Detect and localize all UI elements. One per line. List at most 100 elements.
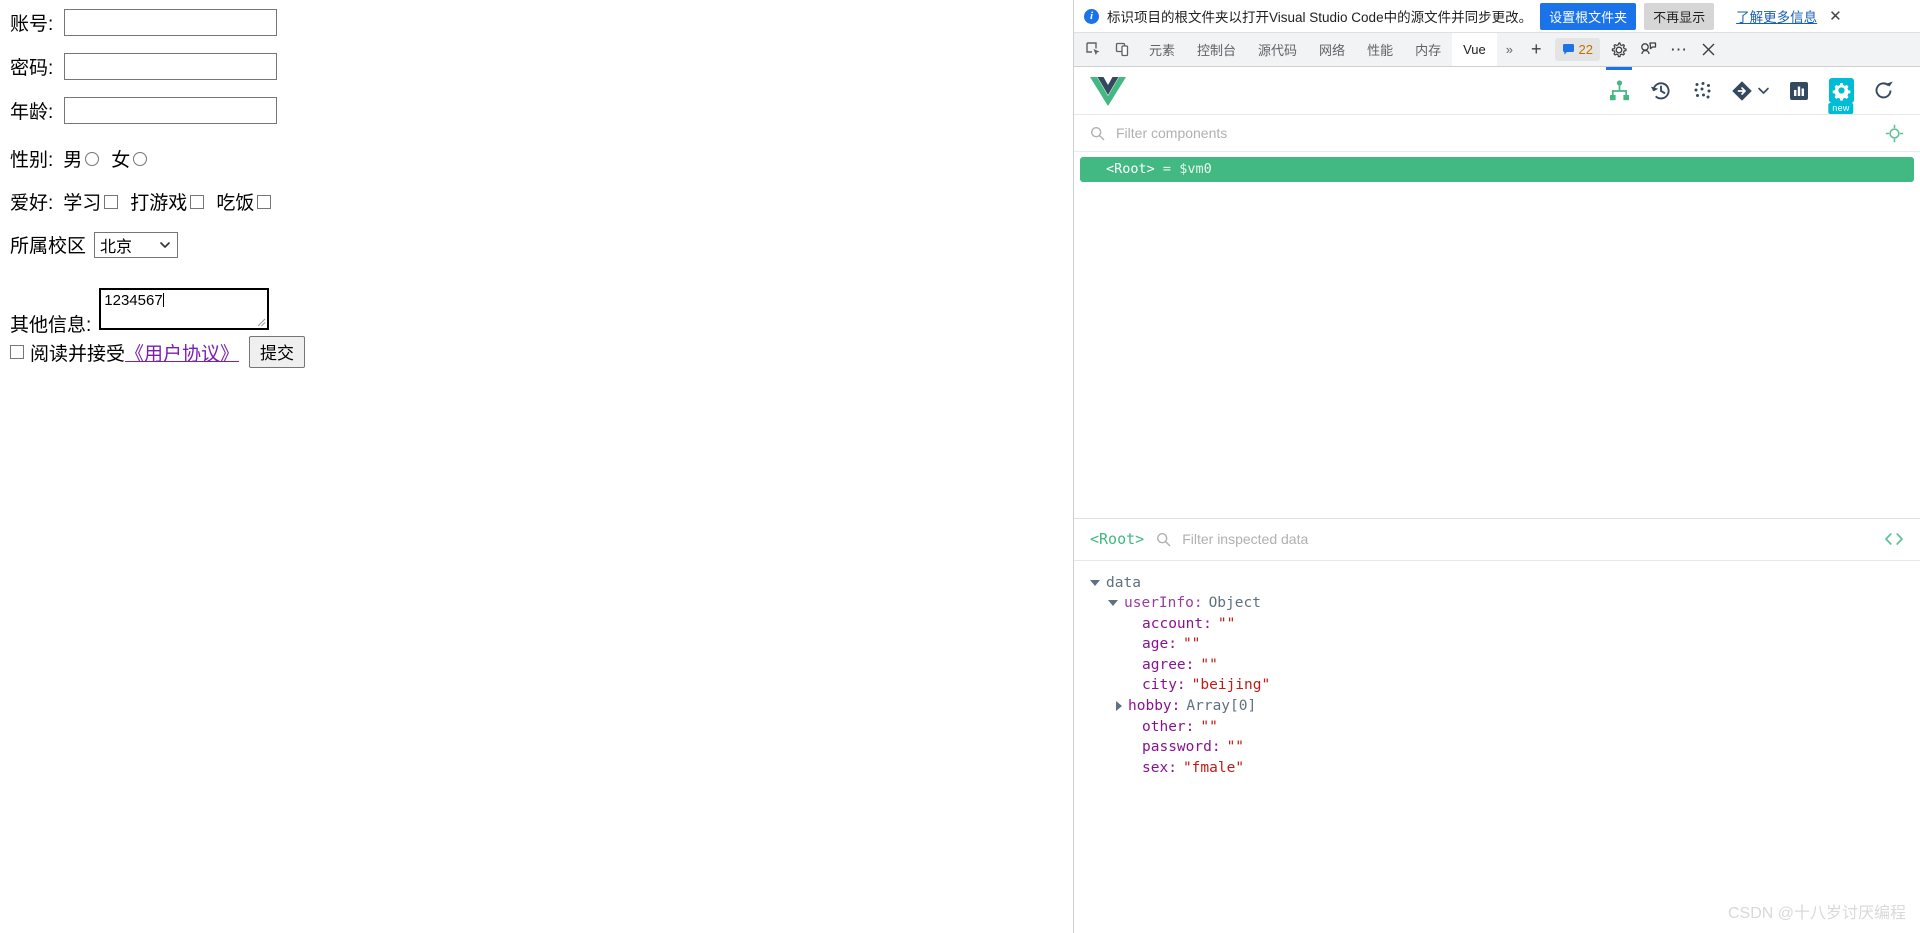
tab-performance[interactable]: 性能 <box>1356 33 1404 66</box>
dont-show-again-button[interactable]: 不再显示 <box>1644 2 1715 30</box>
more-options-icon[interactable]: ⋯ <box>1664 33 1694 66</box>
learn-more-link[interactable]: 了解更多信息 <box>1736 6 1817 26</box>
triangle-down-icon[interactable] <box>1090 579 1100 586</box>
select-component-target-icon[interactable] <box>1885 124 1904 143</box>
tab-sources[interactable]: 源代码 <box>1247 33 1308 66</box>
data-key: city <box>1142 677 1177 694</box>
close-devtools-icon[interactable] <box>1694 33 1724 66</box>
data-key: account <box>1142 615 1204 632</box>
password-input[interactable] <box>64 53 277 80</box>
data-sep: : <box>1193 595 1203 612</box>
vuex-diamond-icon <box>1732 80 1752 101</box>
spacer-icon <box>1126 623 1136 624</box>
data-tree-row[interactable]: data <box>1074 573 1920 594</box>
data-key: password <box>1142 739 1212 756</box>
label-age: 年龄: <box>10 102 54 123</box>
data-tree-row[interactable]: sex : "fmale" <box>1074 758 1920 779</box>
account-input[interactable] <box>64 9 277 36</box>
label-other: 其他信息: <box>10 315 92 336</box>
triangle-right-icon[interactable] <box>1116 701 1122 712</box>
data-sep: : <box>1211 739 1221 756</box>
code-icon[interactable] <box>1884 532 1904 546</box>
issues-badge[interactable]: 22 <box>1554 38 1600 61</box>
component-equals: = <box>1162 161 1172 177</box>
submit-button[interactable]: 提交 <box>249 336 306 368</box>
data-tree-row[interactable]: userInfo : Object <box>1074 593 1920 614</box>
data-tree-row[interactable]: agree : "" <box>1074 655 1920 676</box>
issues-count: 22 <box>1578 42 1593 57</box>
device-toolbar-icon[interactable] <box>1108 33 1138 66</box>
web-page-form: 账号: 密码: 年龄: 性别: 男 女 爱好: 学习 打游戏 吃饭 所属校区 北… <box>0 0 1073 933</box>
gear-icon[interactable] <box>1604 33 1634 66</box>
tab-elements[interactable]: 元素 <box>1138 33 1186 66</box>
label-campus: 所属校区 <box>10 236 87 257</box>
resize-handle-icon[interactable] <box>256 317 266 327</box>
form-row-other: 其他信息: 1234567 <box>10 288 270 337</box>
tab-vue[interactable]: Vue <box>1452 33 1497 66</box>
form-row-account: 账号: <box>10 9 277 36</box>
data-sep: : <box>1168 759 1177 776</box>
data-key: other <box>1142 718 1186 735</box>
hobby-option-eat-label: 吃饭 <box>216 193 255 214</box>
close-notification-icon[interactable]: ✕ <box>1829 7 1842 25</box>
timeline-button[interactable] <box>1640 67 1682 115</box>
data-key: userInfo <box>1124 595 1194 612</box>
text-caret <box>162 293 164 307</box>
user-agreement-link[interactable]: 《用户协议》 <box>125 339 239 366</box>
campus-select-value: 北京 <box>100 238 133 256</box>
tab-console[interactable]: 控制台 <box>1186 33 1247 66</box>
data-tree-row[interactable]: password : "" <box>1074 737 1920 758</box>
data-value: "" <box>1200 656 1218 673</box>
vscode-notification-bar: i 标识项目的根文件夹以打开Visual Studio Code中的源文件并同步… <box>1074 0 1920 33</box>
gender-radio-female[interactable] <box>133 151 148 166</box>
hobby-checkbox-game[interactable] <box>190 194 205 209</box>
vuex-button[interactable] <box>1724 67 1778 115</box>
data-value: "fmale" <box>1182 759 1245 776</box>
more-tabs-icon[interactable]: » <box>1497 33 1522 66</box>
data-tree-row[interactable]: hobby : Array[0] <box>1074 696 1920 717</box>
bar-chart-icon <box>1790 81 1808 100</box>
vue-devtools-toolbar: new <box>1074 66 1920 115</box>
inspect-element-icon[interactable] <box>1078 33 1108 66</box>
tab-network[interactable]: 网络 <box>1308 33 1356 66</box>
history-icon <box>1650 81 1670 99</box>
campus-select[interactable]: 北京 <box>94 231 179 258</box>
components-tree-button[interactable] <box>1598 66 1640 115</box>
data-sep: : <box>1203 615 1212 632</box>
devtools-tab-bar: 元素 控制台 源代码 网络 性能 内存 Vue » + 22 ⋯ <box>1074 33 1920 67</box>
hobby-checkbox-eat[interactable] <box>257 194 272 209</box>
component-row-root[interactable]: <Root> = $vm0 <box>1080 157 1914 182</box>
filter-inspected-data-input[interactable] <box>1180 530 1884 548</box>
data-key: data <box>1106 574 1141 591</box>
age-input[interactable] <box>64 97 277 124</box>
data-value: "" <box>1217 615 1236 632</box>
refresh-button[interactable] <box>1862 67 1904 115</box>
inspected-root-label: <Root> <box>1090 530 1145 548</box>
customize-devtools-icon[interactable] <box>1634 33 1664 66</box>
performance-button[interactable] <box>1778 67 1820 115</box>
add-tab-icon[interactable]: + <box>1522 33 1551 66</box>
data-key: age <box>1142 636 1169 653</box>
spacer-icon <box>1126 747 1136 748</box>
hobby-option-game-label: 打游戏 <box>130 193 188 214</box>
data-value: "" <box>1226 739 1245 756</box>
info-icon: i <box>1084 8 1099 24</box>
triangle-down-icon[interactable] <box>1108 600 1118 607</box>
data-tree-row[interactable]: other : "" <box>1074 717 1920 738</box>
label-account: 账号: <box>10 14 54 35</box>
gender-radio-male[interactable] <box>85 151 100 166</box>
settings-button[interactable]: new <box>1820 67 1862 115</box>
filter-components-input[interactable] <box>1114 124 1885 142</box>
hobby-checkbox-study[interactable] <box>104 194 119 209</box>
component-tag: <Root> <box>1106 161 1155 177</box>
data-key: agree <box>1142 656 1186 673</box>
agree-checkbox[interactable] <box>10 345 24 359</box>
set-root-folder-button[interactable]: 设置根文件夹 <box>1540 2 1637 30</box>
dots-button[interactable] <box>1682 67 1724 115</box>
other-textarea[interactable]: 1234567 <box>99 288 270 330</box>
data-tree-row[interactable]: age : "" <box>1074 634 1920 655</box>
gender-option-female-label: 女 <box>111 150 131 171</box>
data-tree-row[interactable]: account : "" <box>1074 614 1920 635</box>
data-tree-row[interactable]: city : "beijing" <box>1074 675 1920 696</box>
tab-memory[interactable]: 内存 <box>1404 33 1452 66</box>
